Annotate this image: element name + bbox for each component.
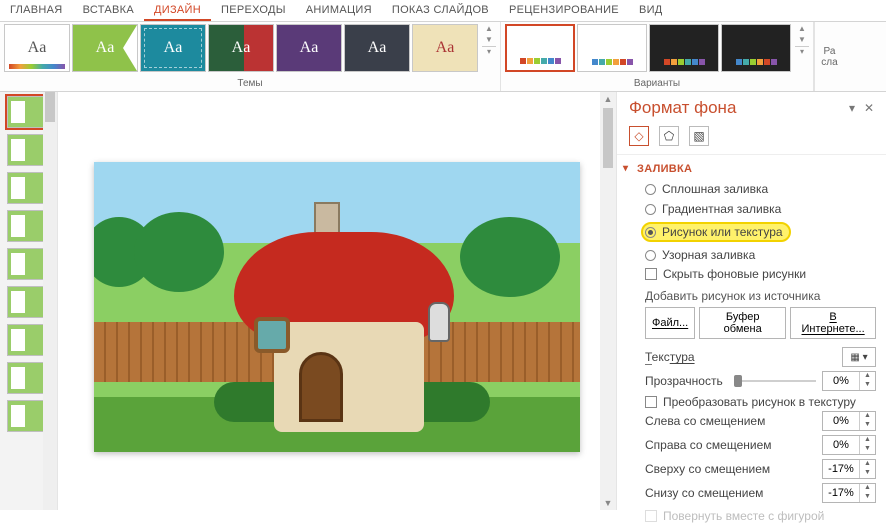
radio-picture-fill[interactable]: Рисунок или текстура bbox=[645, 221, 876, 243]
workspace: ▲ ▼ Формат фона ▾ ✕ ◇ ⬠ ▧ ЗАЛИВКА Сплошн… bbox=[0, 92, 886, 510]
clipboard-button[interactable]: Буфер обмена bbox=[699, 307, 786, 339]
tab-review[interactable]: РЕЦЕНЗИРОВАНИЕ bbox=[499, 0, 629, 21]
pane-title: Формат фона bbox=[629, 98, 736, 118]
ribbon-body: Aa Aa Aa Aa Aa Aa Aa ▲ ▼ ▾ Темы ▲ ▼ ▾ bbox=[0, 22, 886, 92]
offset-left-label: Слева со смещением bbox=[645, 414, 816, 428]
transparency-slider[interactable] bbox=[734, 373, 817, 389]
theme-thumb[interactable]: Aa bbox=[412, 24, 478, 72]
theme-thumb[interactable]: Aa bbox=[4, 24, 70, 72]
tab-transitions[interactable]: ПЕРЕХОДЫ bbox=[211, 0, 296, 21]
slide-canvas[interactable] bbox=[94, 162, 580, 452]
transparency-label: Прозрачность bbox=[645, 374, 728, 388]
thumbnail-scrollbar[interactable] bbox=[43, 92, 57, 510]
dropdown-icon[interactable]: ▾ bbox=[845, 101, 859, 115]
radio-pattern-fill[interactable]: Узорная заливка bbox=[645, 247, 876, 263]
variants-more-icon[interactable]: ▼ bbox=[795, 35, 809, 44]
radio-gradient-fill[interactable]: Градиентная заливка bbox=[645, 201, 876, 217]
offset-bottom-spin[interactable]: ▲▼ bbox=[822, 483, 876, 503]
section-fill[interactable]: ЗАЛИВКА bbox=[617, 155, 886, 181]
online-button[interactable]: В Интернете... bbox=[790, 307, 876, 339]
variant-thumb[interactable] bbox=[649, 24, 719, 72]
offset-right-label: Справа со смещением bbox=[645, 438, 816, 452]
fill-mode-icon[interactable]: ◇ bbox=[629, 126, 649, 146]
tab-design[interactable]: ДИЗАЙН bbox=[144, 0, 211, 21]
transparency-spin[interactable]: ▲▼ bbox=[822, 371, 876, 391]
scroll-down-icon[interactable]: ▼ bbox=[602, 496, 614, 510]
offset-top-label: Сверху со смещением bbox=[645, 462, 816, 476]
format-background-pane: Формат фона ▾ ✕ ◇ ⬠ ▧ ЗАЛИВКА Сплошная з… bbox=[616, 92, 886, 510]
texture-dropdown[interactable]: ▦ ▾ bbox=[842, 347, 876, 367]
checkbox-hide-background[interactable]: Скрыть фоновые рисунки bbox=[645, 267, 876, 281]
theme-thumb[interactable]: Aa bbox=[208, 24, 274, 72]
variants-more-icon[interactable]: ▲ bbox=[795, 24, 809, 33]
offset-left-spin[interactable]: ▲▼ bbox=[822, 411, 876, 431]
variants-group-label: Варианты bbox=[505, 76, 809, 91]
close-icon[interactable]: ✕ bbox=[862, 101, 876, 115]
offset-bottom-label: Снизу со смещением bbox=[645, 486, 816, 500]
ribbon-tabs: ГЛАВНАЯ ВСТАВКА ДИЗАЙН ПЕРЕХОДЫ АНИМАЦИЯ… bbox=[0, 0, 886, 22]
texture-label: Текстура bbox=[645, 350, 836, 364]
theme-thumb[interactable]: Aa bbox=[140, 24, 206, 72]
theme-thumb[interactable]: Aa bbox=[344, 24, 410, 72]
slide-thumbnail-rail bbox=[0, 92, 58, 510]
editor-scrollbar[interactable]: ▲ ▼ bbox=[600, 92, 616, 510]
tab-view[interactable]: ВИД bbox=[629, 0, 673, 21]
themes-more-icon[interactable]: ▾ bbox=[482, 46, 496, 56]
variants-more-icon[interactable]: ▾ bbox=[795, 46, 809, 56]
radio-solid-fill[interactable]: Сплошная заливка bbox=[645, 181, 876, 197]
tab-slideshow[interactable]: ПОКАЗ СЛАЙДОВ bbox=[382, 0, 499, 21]
theme-thumb[interactable]: Aa bbox=[72, 24, 138, 72]
tab-home[interactable]: ГЛАВНАЯ bbox=[0, 0, 73, 21]
tab-animation[interactable]: АНИМАЦИЯ bbox=[296, 0, 382, 21]
theme-thumb[interactable]: Aa bbox=[276, 24, 342, 72]
tab-insert[interactable]: ВСТАВКА bbox=[73, 0, 144, 21]
checkbox-rotate-with-shape: Повернуть вместе с фигурой bbox=[645, 509, 876, 523]
slide-editor: ▲ ▼ bbox=[58, 92, 616, 510]
effects-mode-icon[interactable]: ⬠ bbox=[659, 126, 679, 146]
themes-more-icon[interactable]: ▼ bbox=[482, 35, 496, 44]
themes-group-label: Темы bbox=[4, 76, 496, 91]
variant-thumb[interactable] bbox=[577, 24, 647, 72]
variant-thumb[interactable] bbox=[505, 24, 575, 72]
scroll-up-icon[interactable]: ▲ bbox=[602, 92, 614, 106]
offset-right-spin[interactable]: ▲▼ bbox=[822, 435, 876, 455]
offset-top-spin[interactable]: ▲▼ bbox=[822, 459, 876, 479]
ribbon-right-stub: Ра сла bbox=[814, 22, 844, 91]
picture-mode-icon[interactable]: ▧ bbox=[689, 126, 709, 146]
file-button[interactable]: Файл... bbox=[645, 307, 695, 339]
checkbox-tile-picture[interactable]: Преобразовать рисунок в текстуру bbox=[645, 395, 876, 409]
variant-thumb[interactable] bbox=[721, 24, 791, 72]
insert-from-label: Добавить рисунок из источника bbox=[617, 281, 886, 307]
themes-more-icon[interactable]: ▲ bbox=[482, 24, 496, 33]
